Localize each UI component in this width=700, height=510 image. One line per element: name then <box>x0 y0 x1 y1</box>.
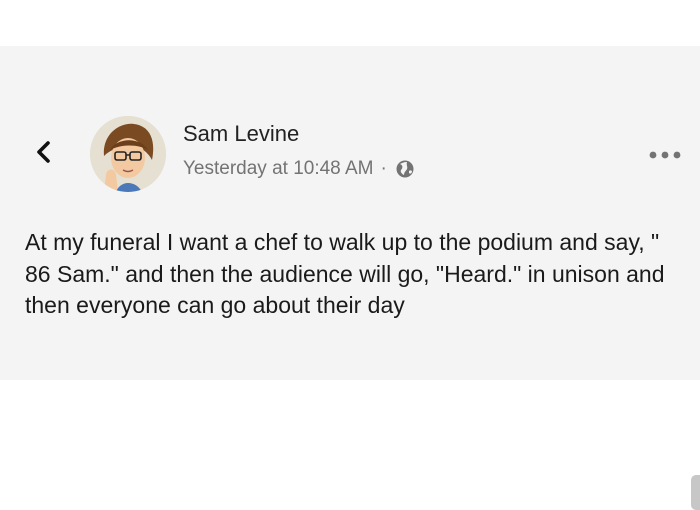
scrollbar-thumb[interactable] <box>691 475 700 510</box>
post-meta: Yesterday at 10:48 AM · <box>183 158 415 180</box>
avatar-cartoon-image <box>90 116 166 192</box>
more-dots-icon <box>649 151 681 159</box>
chevron-left-icon <box>37 141 50 163</box>
back-button[interactable] <box>30 138 58 166</box>
avatar[interactable] <box>90 116 166 192</box>
post-text: At my funeral I want a chef to walk up t… <box>25 229 665 318</box>
post-timestamp[interactable]: Yesterday at 10:48 AM <box>183 158 373 180</box>
author-name[interactable]: Sam Levine <box>183 121 299 147</box>
more-options-button[interactable] <box>646 146 684 164</box>
meta-separator: · <box>380 158 387 179</box>
post-card <box>0 46 700 380</box>
globe-icon[interactable] <box>395 159 415 179</box>
